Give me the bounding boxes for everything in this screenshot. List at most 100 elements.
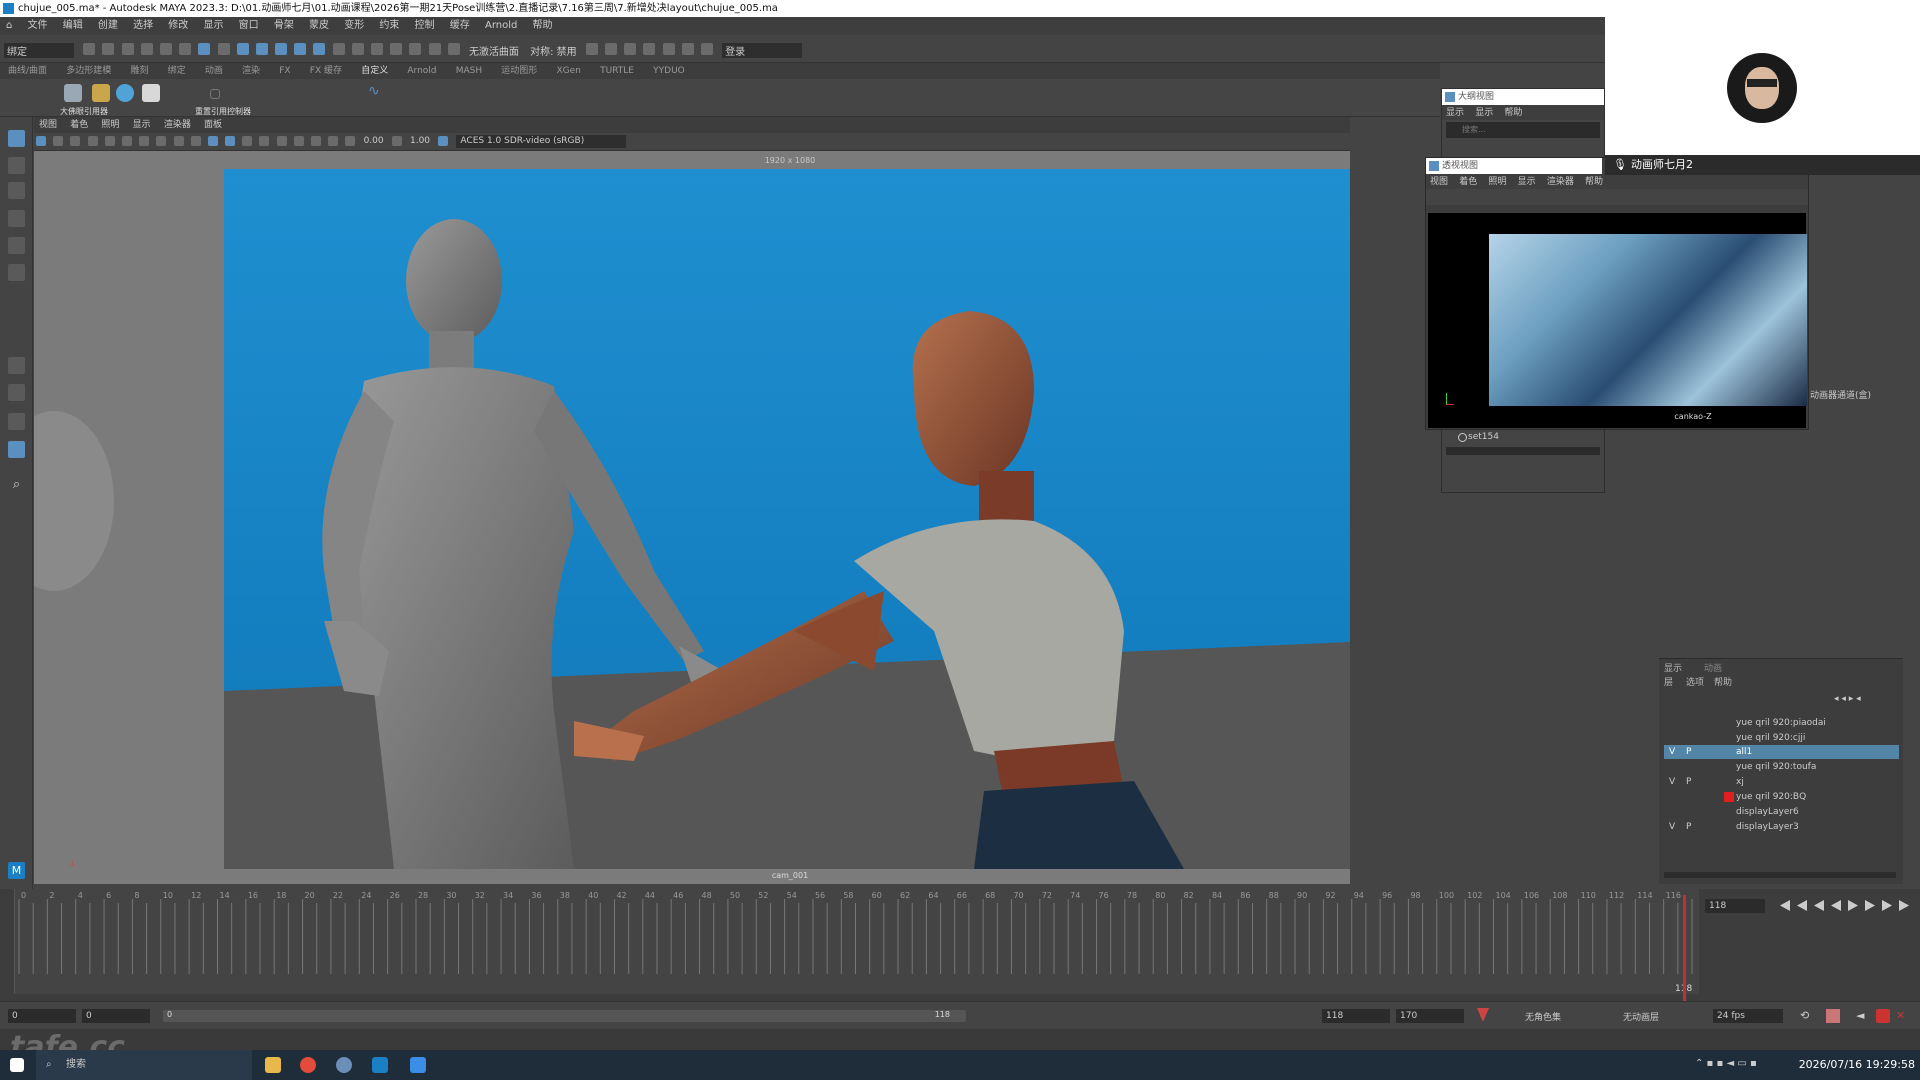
fps-dropdown[interactable]: 24 fps: [1713, 1009, 1783, 1023]
layer-scrollbar[interactable]: [1664, 872, 1896, 878]
shelf-button-blank[interactable]: [210, 89, 220, 99]
color-management-icon[interactable]: [438, 136, 449, 146]
save-scene-icon[interactable]: [121, 43, 134, 55]
vp-menu-lighting[interactable]: 照明: [101, 117, 119, 133]
layer-row[interactable]: yue qril 920:BQ: [1664, 790, 1899, 804]
maya-taskbar-icon[interactable]: [372, 1057, 388, 1073]
field-chart-icon[interactable]: [173, 136, 184, 146]
ref-menu-shading[interactable]: 着色: [1459, 175, 1477, 190]
select-camera-icon[interactable]: [36, 136, 46, 146]
new-scene-icon[interactable]: [83, 43, 96, 55]
menu-control[interactable]: 控制: [415, 17, 435, 35]
image-plane-icon[interactable]: [87, 136, 98, 146]
shelf-tab-sculpt[interactable]: 雕刻: [130, 63, 148, 79]
wireframe-icon[interactable]: [207, 136, 218, 146]
playback-end-field[interactable]: 118: [1322, 1009, 1390, 1023]
current-frame-field[interactable]: 118: [1705, 899, 1765, 913]
file-explorer-icon[interactable]: [265, 1057, 281, 1073]
step-forward-key-icon[interactable]: [1882, 900, 1892, 911]
two-pane-layout-icon[interactable]: [8, 413, 25, 430]
sound-icon[interactable]: ◄: [1856, 1009, 1870, 1023]
shelf-tab-custom[interactable]: 自定义: [361, 63, 388, 79]
go-to-end-icon[interactable]: [1899, 900, 1909, 911]
snap-view-plane-icon[interactable]: [428, 43, 441, 55]
snap-projected-center-icon[interactable]: [409, 43, 422, 55]
grid-icon[interactable]: [104, 136, 115, 146]
outliner-menu-help[interactable]: 帮助: [1504, 106, 1522, 121]
film-gate-icon[interactable]: [121, 136, 132, 146]
sphere-icon[interactable]: [116, 84, 134, 102]
play-backwards-icon[interactable]: [1831, 900, 1841, 911]
outliner-title-bar[interactable]: 大纲视图: [1442, 89, 1604, 105]
vp-menu-renderer[interactable]: 渲染器: [164, 117, 191, 133]
bookmark-icon[interactable]: [70, 136, 81, 146]
menu-display[interactable]: 显示: [203, 17, 223, 35]
menu-constrain[interactable]: 约束: [379, 17, 399, 35]
layer-row[interactable]: yue qril 920:cjji: [1664, 731, 1899, 745]
outliner-search-input[interactable]: 搜索...: [1446, 122, 1600, 138]
rotate-tool-icon[interactable]: [8, 237, 25, 254]
snap-grid-icon[interactable]: [351, 43, 364, 55]
ambient-occlusion-icon[interactable]: [293, 136, 304, 146]
ref-menu-lighting[interactable]: 照明: [1488, 175, 1506, 190]
vp-menu-show[interactable]: 显示: [133, 117, 151, 133]
ipr-render-icon[interactable]: [605, 43, 618, 55]
ref-menu-help[interactable]: 帮助: [1585, 175, 1603, 190]
layer-menu-layers[interactable]: 层: [1664, 675, 1673, 688]
menu-create[interactable]: 创建: [98, 17, 118, 35]
redo-icon[interactable]: [159, 43, 172, 55]
menu-set-dropdown[interactable]: 绑定: [4, 43, 74, 58]
reference-editor-button[interactable]: [64, 84, 82, 102]
outliner-scrollbar[interactable]: [1446, 447, 1600, 455]
right-side-tabs[interactable]: [1905, 175, 1920, 895]
use-all-lights-icon[interactable]: [259, 136, 270, 146]
select-handles-icon[interactable]: [255, 43, 268, 55]
shelf-tab-fx[interactable]: FX: [279, 63, 290, 79]
anim-prefs-icon[interactable]: [1876, 1009, 1890, 1023]
select-object-icon[interactable]: [198, 43, 211, 55]
symmetry-dropdown[interactable]: 对称: 禁用: [530, 43, 577, 58]
outliner-layout-icon[interactable]: [8, 441, 25, 458]
layer-tab-display[interactable]: 显示: [1664, 661, 1682, 674]
playback-start-field[interactable]: 0: [82, 1009, 150, 1023]
time-ruler[interactable]: 0 2 4 6 8 10 12 14 16 18 20 22 24 26 28 30 32 34 36 38 40 42 4…: [14, 889, 1699, 994]
pause-icon[interactable]: [701, 43, 713, 55]
smooth-shade-icon[interactable]: [225, 136, 236, 146]
ref-view-title-bar[interactable]: 透视视图: [1426, 158, 1602, 174]
live-surface-label[interactable]: 无激活曲面: [469, 43, 519, 58]
gamma-icon[interactable]: [391, 136, 402, 146]
layer-row-selected[interactable]: V Pall1: [1664, 745, 1899, 759]
command-line[interactable]: [0, 1029, 1920, 1050]
ref-view-viewport[interactable]: cankao-Z: [1428, 213, 1807, 428]
menu-help[interactable]: 帮助: [533, 17, 553, 35]
snap-curve-icon[interactable]: [371, 43, 383, 55]
system-tray-icons[interactable]: ⌃ ▪ ▪ ◄ ▭ ▪: [1695, 1058, 1785, 1072]
shelf-tab-animation[interactable]: 动画: [205, 63, 223, 79]
color-space-dropdown[interactable]: ACES 1.0 SDR-video (sRGB): [456, 135, 627, 148]
menu-skin[interactable]: 蒙皮: [309, 17, 329, 35]
magnifier-icon[interactable]: ⌕: [8, 477, 25, 494]
exposure-value[interactable]: 0.00: [364, 136, 384, 146]
menu-skeleton[interactable]: 骨架: [274, 17, 294, 35]
make-live-icon[interactable]: [447, 43, 460, 55]
layer-row[interactable]: V PdisplayLayer3: [1664, 820, 1899, 834]
ref-view-toolbar[interactable]: [1426, 189, 1808, 205]
login-dropdown[interactable]: 登录: [722, 43, 803, 58]
layer-new-icons[interactable]: ◂ ◂ ▸ ◂: [1834, 694, 1894, 704]
scene-end-field[interactable]: 170: [1396, 1009, 1464, 1023]
shelf-tab-poly[interactable]: 多边形建模: [66, 63, 111, 79]
four-view-layout-icon[interactable]: [8, 384, 25, 401]
chrome-icon[interactable]: [300, 1057, 316, 1073]
range-slider[interactable]: 0 118: [163, 1010, 966, 1022]
cube-icon[interactable]: [142, 84, 160, 102]
exposure-icon[interactable]: [345, 136, 356, 146]
shelf-tab-rendering[interactable]: 渲染: [242, 63, 260, 79]
ref-menu-show[interactable]: 显示: [1518, 175, 1536, 190]
shelf-tab-turtle[interactable]: TURTLE: [600, 63, 634, 79]
menu-cache[interactable]: 缓存: [450, 17, 470, 35]
shelf-tab-rigging[interactable]: 绑定: [168, 63, 186, 79]
single-perspective-layout-icon[interactable]: [8, 357, 25, 374]
layer-visibility-toggle[interactable]: V: [1669, 745, 1679, 759]
step-back-key-icon[interactable]: [1797, 900, 1807, 911]
perspective-viewport[interactable]: ⊥: [34, 151, 1350, 884]
